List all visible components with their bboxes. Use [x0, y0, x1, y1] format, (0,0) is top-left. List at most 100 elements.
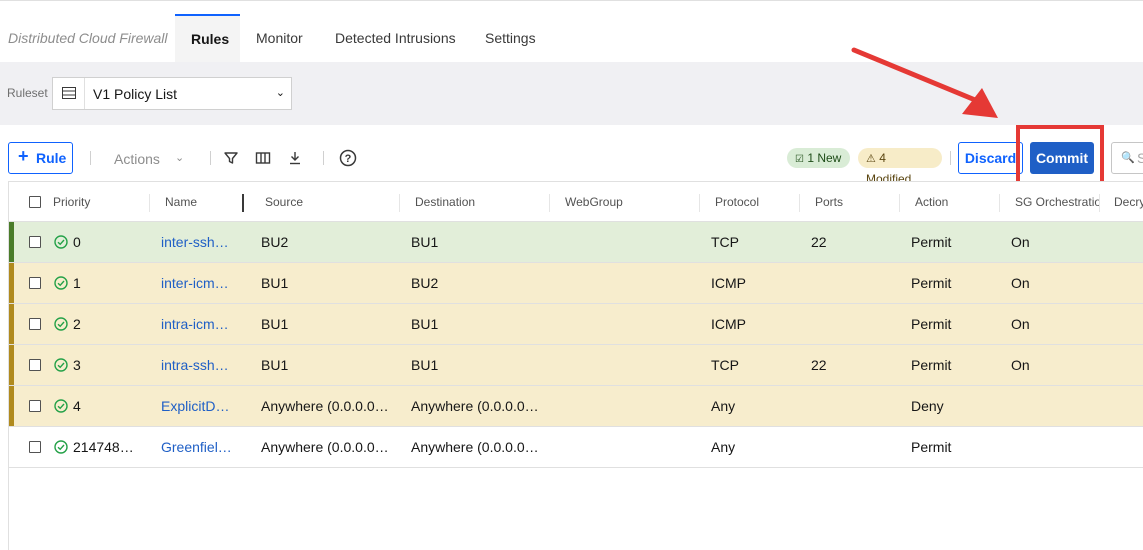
cell-destination: Anywhere (0.0.0.0… — [411, 398, 539, 414]
table-row[interactable]: 2 intra-icm… BU1 BU1 ICMP Permit On — [9, 304, 1143, 345]
cell-source: Anywhere (0.0.0.0… — [261, 439, 389, 455]
cell-priority: 2 — [73, 316, 81, 332]
column-header-decryption[interactable]: Decry — [1114, 195, 1143, 209]
cell-sg-orchestration: On — [1011, 316, 1030, 332]
cell-priority: 214748… — [73, 439, 134, 455]
toolbar-divider — [323, 151, 324, 165]
new-row-indicator — [9, 222, 14, 262]
column-divider — [899, 194, 900, 212]
cell-source: BU1 — [261, 357, 289, 373]
search-input[interactable]: 🔍 S — [1111, 142, 1143, 174]
cell-priority: 0 — [73, 234, 81, 250]
tab-detected-intrusions-label: Detected Intrusions — [335, 30, 456, 46]
cell-protocol: TCP — [711, 357, 739, 373]
warning-icon: ⚠ — [866, 153, 876, 165]
cell-source: BU2 — [261, 234, 289, 250]
row-checkbox[interactable] — [29, 318, 41, 330]
cell-protocol: Any — [711, 439, 736, 455]
cell-sg-orchestration: On — [1011, 275, 1030, 291]
tab-rules[interactable]: Rules — [175, 14, 240, 63]
column-header-priority[interactable]: Priority — [53, 195, 90, 209]
check-circle-icon — [54, 317, 68, 331]
cell-destination: BU1 — [411, 234, 439, 250]
cell-action: Permit — [911, 439, 952, 455]
table-row[interactable]: 4 ExplicitD… Anywhere (0.0.0.0… Anywhere (0… — [9, 386, 1143, 427]
check-circle-icon — [54, 358, 68, 372]
toolbar-divider — [210, 151, 211, 165]
cell-sg-orchestration: On — [1011, 234, 1030, 250]
check-circle-icon: ☑ — [795, 154, 804, 165]
modified-row-indicator — [9, 345, 14, 385]
cell-destination: BU1 — [411, 316, 439, 332]
select-all-checkbox[interactable] — [29, 196, 41, 208]
column-header-name[interactable]: Name — [165, 195, 197, 209]
table-row[interactable]: 3 intra-ssh… BU1 BU1 TCP 22 Permit On — [9, 345, 1143, 386]
column-resize-handle[interactable] — [242, 194, 244, 212]
ruleset-value: V1 Policy List — [93, 86, 178, 102]
app-title: Distributed Cloud Firewall — [8, 30, 168, 46]
column-header-ports[interactable]: Ports — [815, 195, 843, 209]
column-divider — [699, 194, 700, 212]
column-divider — [149, 194, 150, 212]
rule-name-link[interactable]: intra-ssh… — [161, 357, 229, 373]
ruleset-divider — [84, 78, 85, 109]
search-placeholder: S — [1137, 150, 1143, 166]
row-checkbox[interactable] — [29, 359, 41, 371]
cell-source: BU1 — [261, 275, 289, 291]
column-header-sg-orchestration[interactable]: SG Orchestratio — [1015, 195, 1099, 209]
rule-name-link[interactable]: intra-icm… — [161, 316, 229, 332]
add-rule-button[interactable]: + Rule — [8, 142, 73, 174]
filter-icon[interactable] — [223, 150, 239, 166]
column-divider — [549, 194, 550, 212]
ruleset-label: Ruleset — [7, 86, 48, 100]
modified-row-indicator — [9, 304, 14, 344]
add-rule-label: Rule — [36, 150, 67, 166]
download-icon[interactable] — [287, 150, 303, 166]
help-icon[interactable]: ? — [339, 149, 357, 167]
tab-rules-label: Rules — [191, 31, 230, 47]
table-row[interactable]: 0 inter-ssh… BU2 BU1 TCP 22 Permit On — [9, 222, 1143, 263]
list-icon — [62, 87, 76, 99]
actions-dropdown[interactable]: Actions — [114, 151, 160, 167]
tab-monitor[interactable]: Monitor — [240, 14, 319, 63]
new-count-label: 1 New — [807, 151, 842, 165]
row-checkbox[interactable] — [29, 400, 41, 412]
cell-action: Permit — [911, 275, 952, 291]
search-icon: 🔍 — [1121, 152, 1135, 164]
cell-priority: 1 — [73, 275, 81, 291]
column-divider — [799, 194, 800, 212]
rule-name-link[interactable]: ExplicitD… — [161, 398, 229, 414]
column-header-protocol[interactable]: Protocol — [715, 195, 759, 209]
rule-name-link[interactable]: inter-icm… — [161, 275, 229, 291]
ruleset-dropdown[interactable]: V1 Policy List ⌄ — [52, 77, 292, 110]
cell-sg-orchestration: On — [1011, 357, 1030, 373]
rule-name-link[interactable]: inter-ssh… — [161, 234, 229, 250]
columns-icon[interactable] — [255, 150, 271, 166]
toolbar-divider — [90, 151, 91, 165]
column-header-webgroup[interactable]: WebGroup — [565, 195, 623, 209]
cell-action: Permit — [911, 357, 952, 373]
check-circle-icon — [54, 276, 68, 290]
table-row[interactable]: 214748… Greenfiel… Anywhere (0.0.0.0… Anywh… — [9, 427, 1143, 468]
column-header-source[interactable]: Source — [265, 195, 303, 209]
row-checkbox[interactable] — [29, 236, 41, 248]
row-checkbox[interactable] — [29, 441, 41, 453]
table-row[interactable]: 1 inter-icm… BU1 BU2 ICMP Permit On — [9, 263, 1143, 304]
rules-toolbar: + Rule Actions ⌄ ? ☑ 1 New ⚠ 4 Modified … — [0, 125, 1143, 186]
column-header-action[interactable]: Action — [915, 195, 948, 209]
column-header-destination[interactable]: Destination — [415, 195, 475, 209]
row-checkbox[interactable] — [29, 277, 41, 289]
new-count-badge: ☑ 1 New — [787, 148, 850, 168]
cell-ports: 22 — [811, 234, 827, 250]
cell-protocol: TCP — [711, 234, 739, 250]
column-divider — [399, 194, 400, 212]
rule-name-link[interactable]: Greenfiel… — [161, 439, 232, 455]
cell-ports: 22 — [811, 357, 827, 373]
discard-button[interactable]: Discard — [958, 142, 1023, 174]
tab-settings[interactable]: Settings — [469, 14, 552, 63]
cell-source: Anywhere (0.0.0.0… — [261, 398, 389, 414]
tab-detected-intrusions[interactable]: Detected Intrusions — [319, 14, 472, 63]
tab-monitor-label: Monitor — [256, 30, 303, 46]
cell-priority: 3 — [73, 357, 81, 373]
cell-action: Deny — [911, 398, 944, 414]
